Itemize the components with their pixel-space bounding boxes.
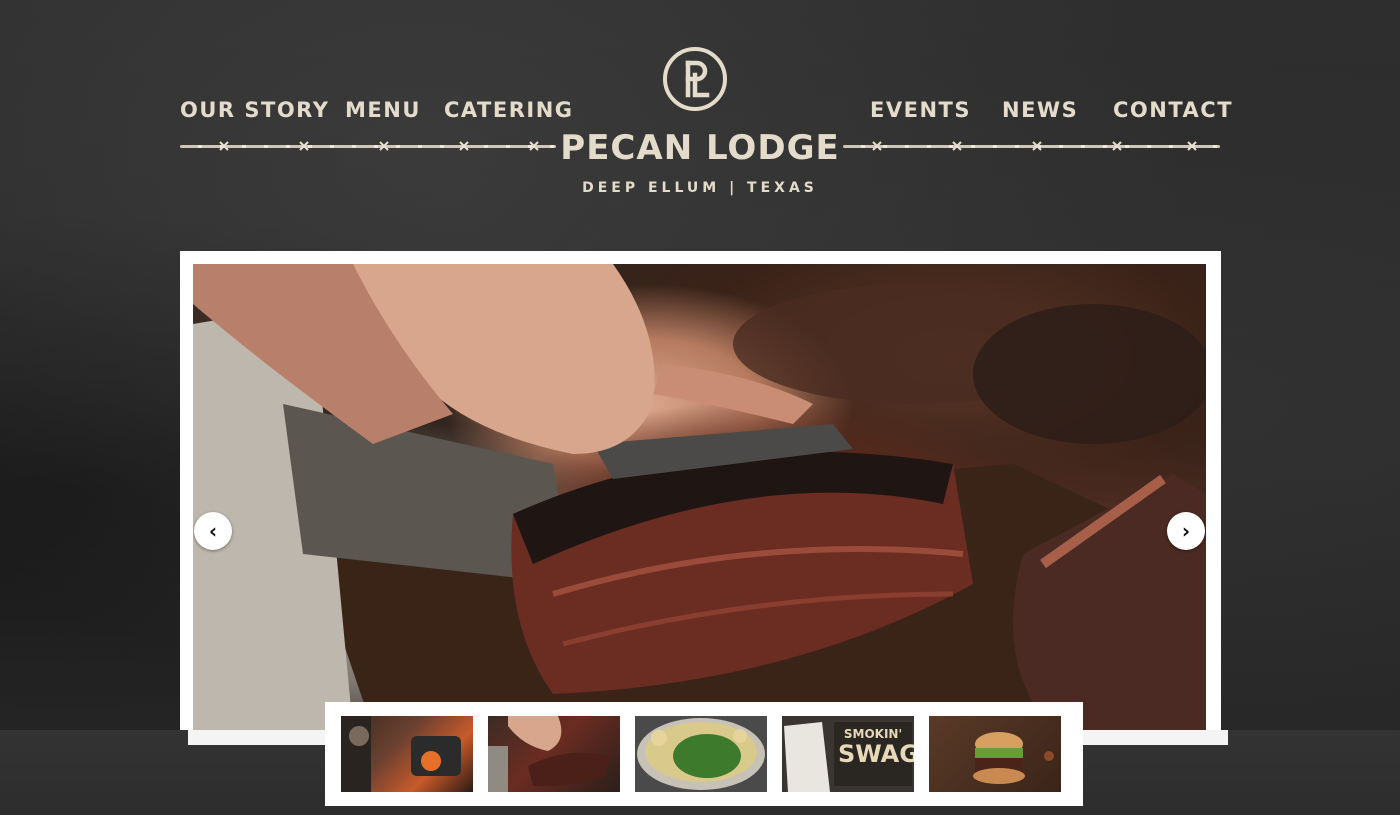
- thumbnail-greens[interactable]: [635, 716, 767, 792]
- brand-tagline: DEEP ELLUM | TEXAS: [582, 180, 818, 196]
- brand-name: PECAN LODGE: [560, 128, 840, 168]
- thumbnail-pitmaster[interactable]: [341, 716, 473, 792]
- nav-news[interactable]: NEWS: [1002, 96, 1078, 124]
- nav-menu[interactable]: MENU: [345, 96, 421, 124]
- slider-prev-button[interactable]: ‹: [194, 512, 232, 550]
- hero-image-brisket: ‹ ›: [193, 264, 1206, 730]
- brisket-illustration: [193, 264, 1206, 730]
- thumbnail-sandwich[interactable]: [929, 716, 1061, 792]
- monogram-badge: [663, 47, 727, 111]
- barbed-wire-barbs-right: [872, 141, 1197, 151]
- thumbnail-brisket-slicing[interactable]: [488, 716, 620, 792]
- thumbnail-brisket-image: [488, 716, 608, 792]
- pl-monogram-icon: [685, 60, 710, 98]
- swag-sign: SMOKIN' SWAG: [838, 727, 914, 768]
- slider-next-button[interactable]: ›: [1167, 512, 1205, 550]
- thumbnail-smokin-swag[interactable]: SMOKIN' SWAG: [782, 716, 914, 792]
- hero-slider: ‹ ›: [180, 251, 1221, 730]
- nav-our-story[interactable]: OUR STORY: [180, 96, 329, 124]
- barbed-wire-barbs-left: [219, 141, 539, 151]
- thumbnail-sandwich-image: [973, 732, 1054, 784]
- nav-contact[interactable]: CONTACT: [1113, 96, 1233, 124]
- swag-sign-line2: SWAG: [838, 740, 914, 768]
- thumbnail-strip: SMOKIN' SWAG: [325, 702, 1083, 806]
- nav-catering[interactable]: CATERING: [444, 96, 574, 124]
- thumbnail-pitmaster-image: [341, 716, 461, 792]
- chevron-left-icon: ‹: [208, 519, 218, 543]
- nav-events[interactable]: EVENTS: [870, 96, 971, 124]
- thumbnail-greens-image: [637, 718, 765, 790]
- swag-sign-line1: SMOKIN': [843, 727, 903, 741]
- chevron-right-icon: ›: [1181, 519, 1191, 543]
